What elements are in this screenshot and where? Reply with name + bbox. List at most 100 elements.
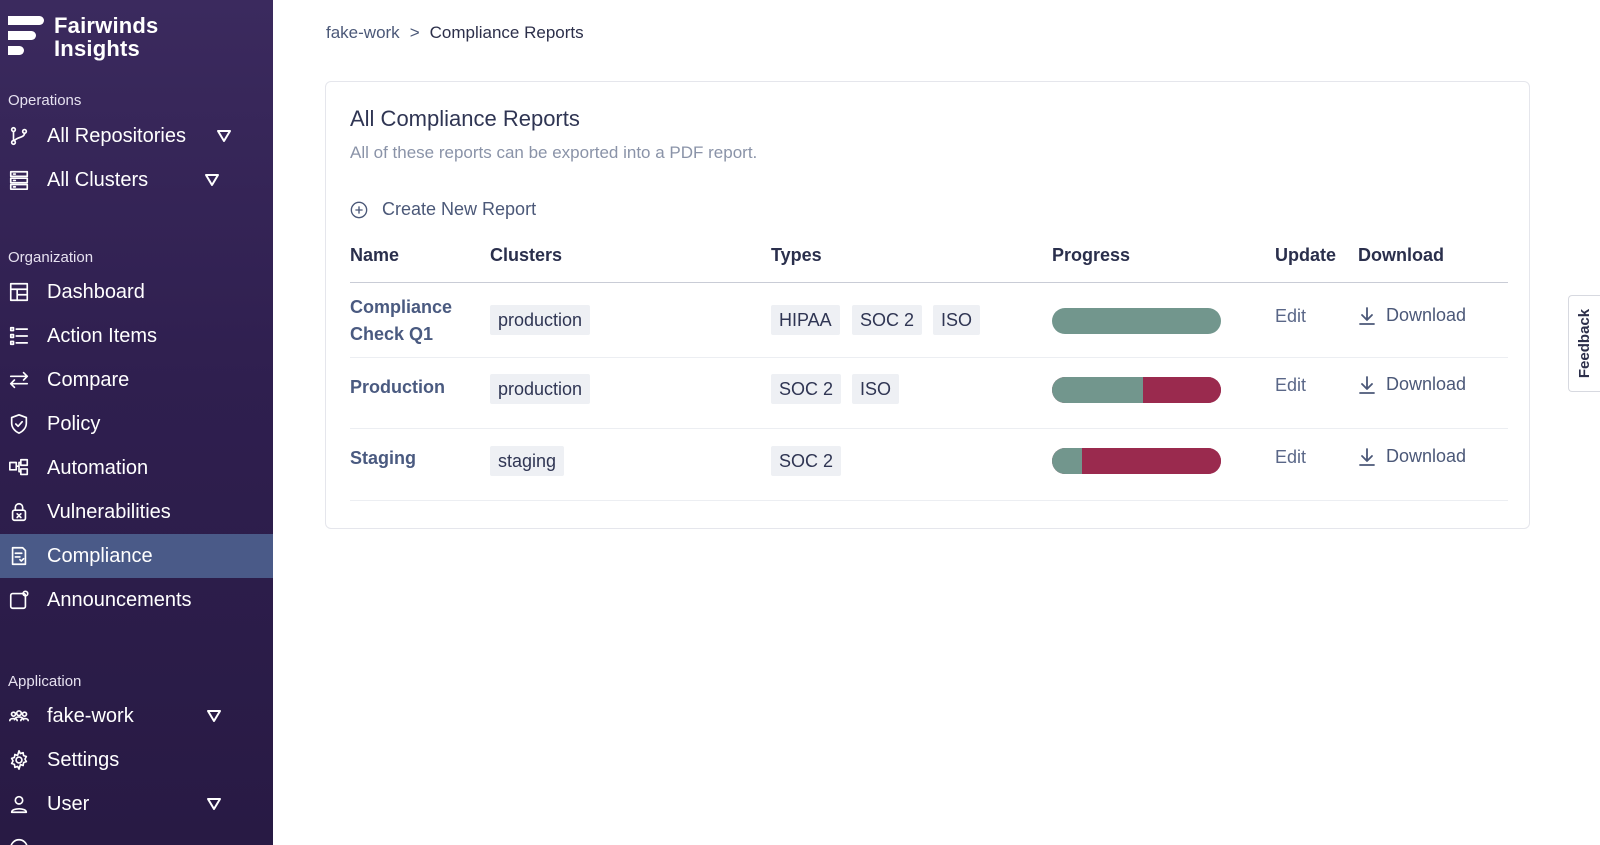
create-new-report-button[interactable]: Create New Report: [350, 199, 536, 220]
edit-link[interactable]: Edit: [1275, 447, 1306, 468]
sidebar-item-compare[interactable]: Compare: [0, 358, 273, 402]
chevron-down-icon[interactable]: [217, 130, 231, 142]
sidebar-item-label: User: [47, 792, 90, 815]
sidebar-item-dashboard[interactable]: Dashboard: [0, 270, 273, 314]
team-icon: [8, 705, 30, 727]
progress-fail-segment: [1082, 448, 1221, 474]
report-name-link[interactable]: Production: [350, 374, 445, 401]
user-icon: [8, 793, 30, 815]
announcement-icon: [8, 589, 30, 611]
sidebar-item-policy[interactable]: Policy: [0, 402, 273, 446]
sidebar-item-all-clusters[interactable]: All Clusters: [0, 158, 273, 202]
progress-pass-segment: [1052, 377, 1144, 403]
sidebar-item-all-repositories[interactable]: All Repositories: [0, 114, 273, 158]
edit-link[interactable]: Edit: [1275, 306, 1306, 327]
edit-link[interactable]: Edit: [1275, 375, 1306, 396]
document-icon: [8, 545, 30, 567]
progress-bar: [1052, 308, 1221, 334]
row-divider: [350, 428, 1508, 429]
progress-pass-segment: [1052, 308, 1221, 334]
progress-bar: [1052, 448, 1221, 474]
sidebar-item-automation[interactable]: Automation: [0, 446, 273, 490]
breadcrumb-parent-link[interactable]: fake-work: [326, 23, 400, 43]
cluster-tag: production: [490, 305, 591, 335]
sidebar-item-label: Action Items: [47, 324, 158, 347]
type-tag: ISO: [852, 374, 900, 404]
column-header-progress: Progress: [1052, 245, 1131, 265]
chevron-down-icon[interactable]: [205, 174, 219, 186]
column-header-clusters: Clusters: [490, 245, 563, 265]
feedback-label: Feedback: [1576, 308, 1594, 379]
sidebar-item-compliance[interactable]: Compliance: [0, 534, 273, 578]
sidebar-item-action-items[interactable]: Action Items: [0, 314, 273, 358]
sidebar-item-label: All Repositories: [47, 124, 186, 147]
type-tag: SOC 2: [771, 446, 842, 476]
cluster-tag: staging: [490, 446, 565, 476]
type-tag: SOC 2: [771, 374, 842, 404]
section-label-application: Application: [8, 673, 82, 690]
fairwinds-logo[interactable]: Fairwinds Insights: [8, 14, 159, 60]
chevron-down-icon[interactable]: [207, 710, 221, 722]
server-icon: [8, 169, 30, 191]
download-link[interactable]: Download: [1358, 446, 1466, 467]
report-name-link[interactable]: Staging: [350, 445, 416, 472]
compare-arrows-icon: [8, 369, 30, 391]
report-name-link[interactable]: Compliance Check Q1: [350, 294, 452, 348]
sidebar-item-label: fake-work: [47, 704, 134, 727]
download-link[interactable]: Download: [1358, 374, 1466, 395]
create-new-report-label: Create New Report: [382, 199, 537, 219]
help-icon: [8, 837, 30, 845]
compliance-reports-card: All Compliance Reports All of these repo…: [325, 81, 1530, 529]
sidebar-item-label: Announcements: [47, 588, 192, 611]
brand-name: Fairwinds Insights: [54, 13, 159, 61]
page-title: All Compliance Reports: [350, 106, 580, 131]
breadcrumb-separator: >: [409, 23, 420, 42]
section-label-operations: Operations: [8, 92, 82, 109]
table-header-divider: [350, 282, 1508, 283]
cluster-tag: production: [490, 374, 591, 404]
chevron-down-icon[interactable]: [207, 798, 221, 810]
plus-circle-icon: [350, 201, 368, 218]
download-icon: [1359, 447, 1375, 466]
column-header-types: Types: [771, 245, 822, 265]
sidebar-item-fake-work[interactable]: fake-work: [0, 694, 273, 738]
dashboard-icon: [8, 281, 30, 303]
lock-icon: [8, 501, 30, 523]
automation-icon: [8, 457, 30, 479]
sidebar-item-vulnerabilities[interactable]: Vulnerabilities: [0, 490, 273, 534]
type-tag: ISO: [933, 305, 981, 335]
row-divider: [350, 500, 1508, 501]
sidebar-item-label: Compliance: [47, 544, 153, 567]
sidebar-item-label: All Clusters: [47, 168, 149, 191]
type-tag: HIPAA: [771, 305, 840, 335]
sidebar-item-settings[interactable]: Settings: [0, 738, 273, 782]
sidebar-item-label: Automation: [47, 456, 149, 479]
shield-icon: [8, 413, 30, 435]
list-icon: [8, 325, 30, 347]
gear-icon: [8, 749, 30, 771]
git-branch-icon: [8, 125, 30, 147]
sidebar-item-label: Dashboard: [47, 280, 145, 303]
download-icon: [1359, 306, 1375, 325]
breadcrumb: fake-work > Compliance Reports: [326, 23, 584, 43]
column-header-update: Update: [1275, 245, 1337, 265]
sidebar-item-help-partial[interactable]: [0, 826, 273, 845]
sidebar-item-announcements[interactable]: Announcements: [0, 578, 273, 622]
sidebar-item-label: Compare: [47, 368, 130, 391]
sidebar: Fairwinds Insights Operations All Reposi…: [0, 0, 273, 845]
breadcrumb-current: Compliance Reports: [429, 23, 584, 42]
sidebar-item-user[interactable]: User: [0, 782, 273, 826]
fairwinds-logo-icon: [8, 14, 44, 58]
download-icon: [1359, 375, 1375, 394]
sidebar-item-label: Policy: [47, 412, 101, 435]
progress-bar: [1052, 377, 1221, 403]
feedback-tab[interactable]: Feedback: [1568, 295, 1600, 392]
type-tag: SOC 2: [852, 305, 923, 335]
row-divider: [350, 357, 1508, 358]
section-label-organization: Organization: [8, 249, 94, 266]
sidebar-item-label: Settings: [47, 748, 120, 771]
progress-fail-segment: [1143, 377, 1221, 403]
column-header-name: Name: [350, 245, 400, 265]
download-link[interactable]: Download: [1358, 305, 1466, 326]
sidebar-item-label: Vulnerabilities: [47, 500, 171, 523]
